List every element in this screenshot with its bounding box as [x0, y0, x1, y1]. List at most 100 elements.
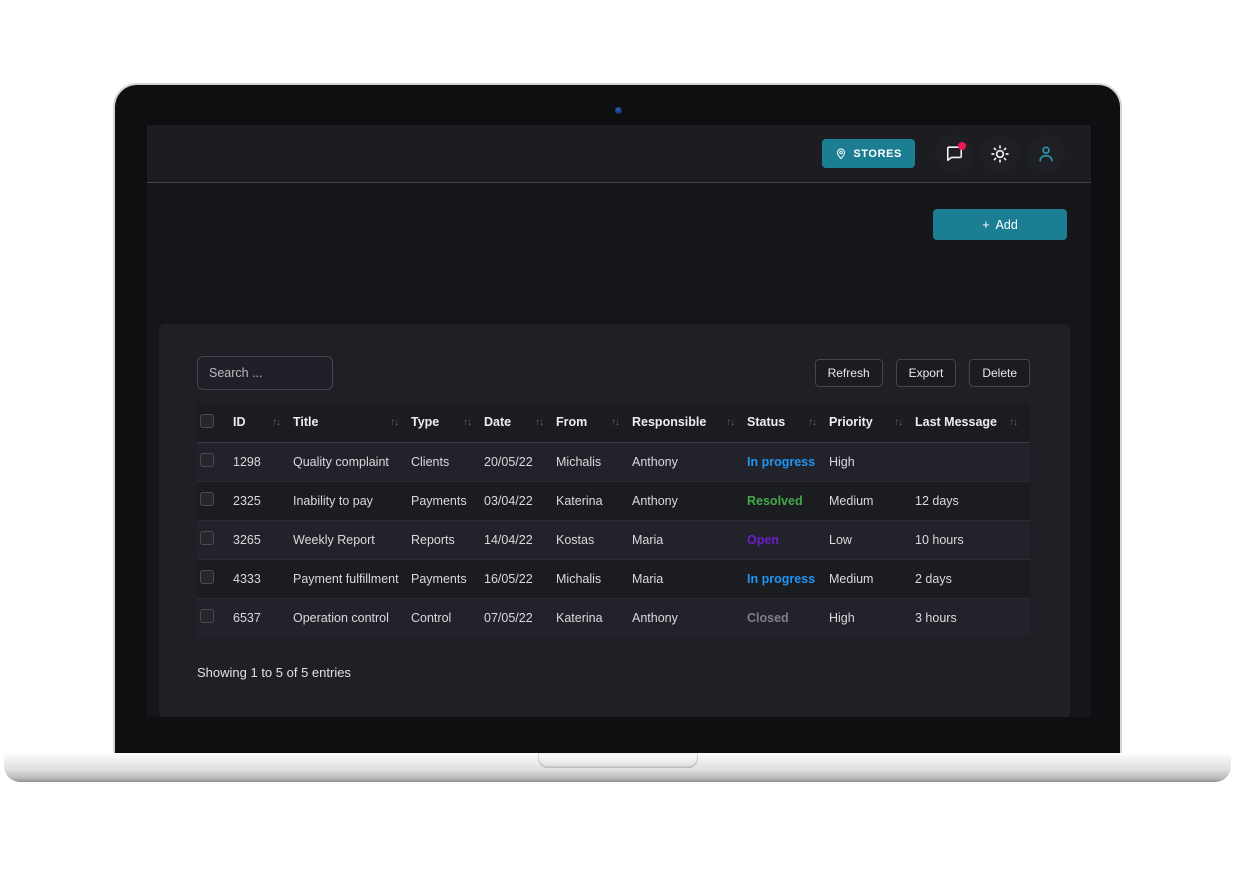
- column-label: Title: [293, 415, 318, 429]
- stores-button[interactable]: STORES: [822, 139, 915, 168]
- stores-button-label: STORES: [853, 148, 902, 160]
- laptop-base-notch: [538, 753, 698, 768]
- row-checkbox-cell: [197, 442, 233, 481]
- entries-summary: Showing 1 to 5 of 5 entries: [197, 665, 351, 680]
- cell-id: 3265: [233, 520, 293, 559]
- top-navbar: STORES: [147, 125, 1091, 183]
- sort-icon[interactable]: ↑↓: [726, 417, 734, 428]
- column-label: Date: [484, 415, 511, 429]
- tickets-card: Refresh Export Delete: [159, 324, 1070, 717]
- cell-id: 1298: [233, 442, 293, 481]
- row-checkbox[interactable]: [200, 453, 214, 467]
- cell-from: Kostas: [556, 520, 632, 559]
- table-row: 2325Inability to payPayments03/04/22Kate…: [197, 481, 1030, 520]
- cell-date: 14/04/22: [484, 520, 556, 559]
- column-header-title[interactable]: Title ↑↓: [293, 403, 411, 442]
- row-checkbox[interactable]: [200, 570, 214, 584]
- cell-priority: Medium: [829, 559, 915, 598]
- column-header-type[interactable]: Type ↑↓: [411, 403, 484, 442]
- chat-button[interactable]: [935, 135, 973, 173]
- cell-status: In progress: [747, 559, 829, 598]
- cell-responsible: Anthony: [632, 481, 747, 520]
- column-label: Status: [747, 415, 785, 429]
- cell-date: 03/04/22: [484, 481, 556, 520]
- column-label: Type: [411, 415, 439, 429]
- column-header-priority[interactable]: Priority ↑↓: [829, 403, 915, 442]
- table-row: 3265Weekly ReportReports14/04/22KostasMa…: [197, 520, 1030, 559]
- select-all-cell: [197, 403, 233, 442]
- column-header-date[interactable]: Date ↑↓: [484, 403, 556, 442]
- cell-last-message: [915, 442, 1030, 481]
- column-header-last-message[interactable]: Last Message ↑↓: [915, 403, 1030, 442]
- add-button-label: Add: [996, 218, 1018, 232]
- select-all-checkbox[interactable]: [200, 414, 214, 428]
- column-label: Priority: [829, 415, 873, 429]
- row-checkbox-cell: [197, 559, 233, 598]
- laptop-base: [4, 753, 1231, 782]
- column-label: Responsible: [632, 415, 706, 429]
- cell-id: 2325: [233, 481, 293, 520]
- theme-toggle-button[interactable]: [981, 135, 1019, 173]
- sort-icon[interactable]: ↑↓: [535, 417, 543, 428]
- cell-last-message: 12 days: [915, 481, 1030, 520]
- cell-title: Weekly Report: [293, 520, 411, 559]
- table-row: 1298Quality complaintClients20/05/22Mich…: [197, 442, 1030, 481]
- cell-id: 6537: [233, 598, 293, 637]
- add-button[interactable]: + Add: [933, 209, 1067, 240]
- sort-icon[interactable]: ↑↓: [272, 417, 280, 428]
- cell-last-message: 2 days: [915, 559, 1030, 598]
- row-checkbox[interactable]: [200, 531, 214, 545]
- cell-last-message: 3 hours: [915, 598, 1030, 637]
- row-checkbox-cell: [197, 481, 233, 520]
- export-button[interactable]: Export: [896, 359, 957, 387]
- cell-title: Quality complaint: [293, 442, 411, 481]
- sort-icon[interactable]: ↑↓: [1009, 417, 1017, 428]
- sort-icon[interactable]: ↑↓: [611, 417, 619, 428]
- cell-priority: High: [829, 442, 915, 481]
- search-input[interactable]: [197, 356, 333, 390]
- row-checkbox[interactable]: [200, 609, 214, 623]
- column-header-id[interactable]: ID↑↓: [233, 403, 293, 442]
- tickets-table: ID↑↓Title↑↓Type↑↓Date↑↓From↑↓Responsible…: [197, 403, 1030, 637]
- card-actions: Refresh Export Delete: [815, 359, 1030, 387]
- cell-type: Payments: [411, 481, 484, 520]
- cell-status: Closed: [747, 598, 829, 637]
- sort-icon[interactable]: ↑↓: [463, 417, 471, 428]
- column-header-status[interactable]: Status ↑↓: [747, 403, 829, 442]
- delete-button[interactable]: Delete: [969, 359, 1030, 387]
- sort-icon[interactable]: ↑↓: [808, 417, 816, 428]
- row-checkbox-cell: [197, 598, 233, 637]
- refresh-button[interactable]: Refresh: [815, 359, 883, 387]
- cell-from: Michalis: [556, 559, 632, 598]
- laptop-bezel: STORES: [113, 83, 1122, 753]
- cell-type: Clients: [411, 442, 484, 481]
- webcam: [615, 107, 622, 114]
- cell-type: Payments: [411, 559, 484, 598]
- row-checkbox[interactable]: [200, 492, 214, 506]
- sort-icon[interactable]: ↑↓: [894, 417, 902, 428]
- person-icon: [1036, 144, 1056, 164]
- cell-last-message: 10 hours: [915, 520, 1030, 559]
- row-checkbox-cell: [197, 520, 233, 559]
- profile-button[interactable]: [1027, 135, 1065, 173]
- cell-responsible: Anthony: [632, 442, 747, 481]
- cell-responsible: Anthony: [632, 598, 747, 637]
- cell-status: Resolved: [747, 481, 829, 520]
- sort-icon[interactable]: ↑↓: [390, 417, 398, 428]
- cell-title: Payment fulfillment: [293, 559, 411, 598]
- table-row: 4333Payment fulfillmentPayments16/05/22M…: [197, 559, 1030, 598]
- cell-type: Control: [411, 598, 484, 637]
- cell-status: In progress: [747, 442, 829, 481]
- cell-priority: High: [829, 598, 915, 637]
- cell-title: Inability to pay: [293, 481, 411, 520]
- table-header-row: ID↑↓Title↑↓Type↑↓Date↑↓From↑↓Responsible…: [197, 403, 1030, 442]
- column-label: Last Message: [915, 415, 997, 429]
- column-header-responsible[interactable]: Responsible ↑↓: [632, 403, 747, 442]
- table-row: 6537Operation controlControl07/05/22Kate…: [197, 598, 1030, 637]
- cell-priority: Low: [829, 520, 915, 559]
- column-header-from[interactable]: From↑↓: [556, 403, 632, 442]
- cell-responsible: Maria: [632, 520, 747, 559]
- cell-from: Katerina: [556, 481, 632, 520]
- location-pin-icon: [835, 148, 847, 160]
- cell-from: Michalis: [556, 442, 632, 481]
